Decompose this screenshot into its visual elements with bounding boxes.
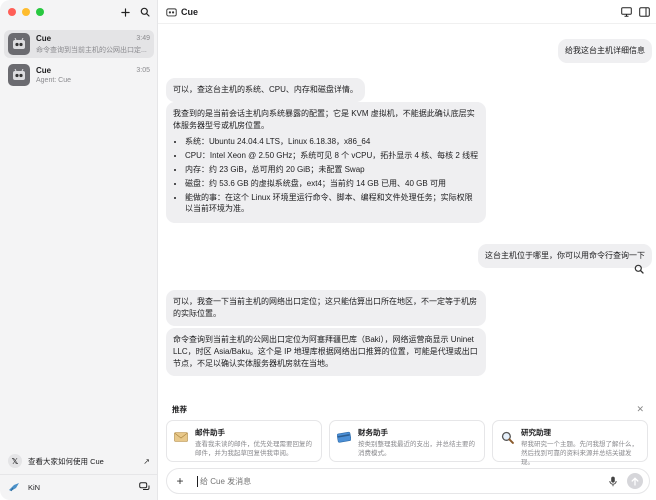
conversation-meta: Cue 3:49 命令查询到当前主机的公网出口定...	[36, 34, 154, 55]
assistant-message: 可以，查这台主机的系统、CPU、内存和磁盘详情。	[166, 78, 365, 102]
suggestion-name: 邮件助手	[195, 428, 225, 437]
voice-input-button[interactable]	[607, 475, 619, 487]
monitor-button[interactable]	[620, 6, 632, 18]
message-composer: +	[166, 468, 650, 494]
bot-avatar-icon	[8, 64, 30, 86]
suggestion-name: 财务助手	[358, 428, 388, 437]
monitor-icon	[620, 7, 632, 17]
bot-avatar-icon	[166, 7, 177, 16]
magnifier-icon	[499, 429, 515, 445]
list-item: 磁盘：约 53.6 GB 的虚拟系统盘，ext4；当前约 14 GB 已用、40…	[185, 178, 479, 189]
new-chat-button[interactable]	[119, 6, 131, 18]
share-usage-label: 查看大家如何使用 Cue	[28, 456, 104, 466]
user-name: KiN	[28, 482, 41, 492]
minimize-window-button[interactable]	[22, 8, 30, 16]
assistant-message: 我查到的是当前会话主机向系统暴露的配置；它是 KVM 虚拟机，不能据此确认底层实…	[166, 102, 486, 223]
sidebar-divider	[0, 474, 158, 475]
window-controls	[8, 8, 44, 16]
arrow-up-right-icon: ↗	[143, 456, 150, 466]
conversation-preview: 命令查询到当前主机的公网出口定...	[36, 46, 147, 54]
message-input[interactable]	[200, 476, 607, 486]
attach-button[interactable]: +	[173, 474, 187, 488]
chat-title: Cue	[181, 6, 199, 17]
list-item: 能做的事：在这个 Linux 环境里运行命令、脚本、编程和文件处理任务；实际权限…	[185, 192, 479, 214]
conversation-item[interactable]: Cue 3:05 Agent: Cue	[4, 61, 154, 89]
conversation-preview: Agent: Cue	[36, 77, 72, 84]
suggestion-name: 研究助理	[521, 428, 551, 437]
conversation-time: 3:05	[136, 67, 150, 74]
suggestions-title: 推荐	[172, 405, 187, 414]
search-button[interactable]	[139, 6, 151, 18]
plus-icon	[120, 7, 130, 17]
user-profile[interactable]: KiN	[4, 478, 154, 496]
sidebar-toolbar	[119, 6, 151, 18]
conversation-time: 3:49	[136, 34, 150, 42]
list-item: CPU：Intel Xeon @ 2.50 GHz；系统可见 8 个 vCPU，…	[185, 150, 479, 161]
arrow-up-icon	[631, 477, 639, 486]
suggestion-desc: 帮我研究一个主题。先问我想了解什么，然后找到可靠的资料来源并总结关键发现。	[521, 441, 638, 466]
assistant-message: 可以，我查一下当前主机的网络出口定位；这只能估算出口所在地区，不一定等于机房的实…	[166, 290, 486, 326]
chat-main: Cue 给我这台主机详细信息 可以，查这台主机的系统、CPU、内存和磁盘详情。 …	[158, 0, 656, 500]
x-logo-icon: 𝕏	[8, 454, 22, 468]
sidebar: Cue 3:49 命令查询到当前主机的公网出口定... Cue 3:05 Age…	[0, 0, 158, 500]
send-button[interactable]	[627, 473, 643, 489]
assistant-message-intro: 我查到的是当前会话主机向系统暴露的配置；它是 KVM 虚拟机，不能据此确认底层实…	[173, 109, 475, 130]
magnifier-icon[interactable]	[634, 264, 644, 274]
search-icon	[140, 7, 150, 17]
bot-avatar-icon	[8, 33, 30, 55]
conversation-item[interactable]: Cue 3:49 命令查询到当前主机的公网出口定...	[4, 30, 154, 58]
assistant-message: 命令查询到当前主机的公网出口定位为阿塞拜疆巴库（Baki），网络运营商显示 Un…	[166, 328, 486, 376]
zoom-window-button[interactable]	[36, 8, 44, 16]
list-item: 系统：Ubuntu 24.04.4 LTS，Linux 6.18.38，x86_…	[185, 136, 479, 147]
share-usage-link[interactable]: 𝕏 查看大家如何使用 Cue ↗	[4, 452, 154, 470]
app-window: Cue 3:49 命令查询到当前主机的公网出口定... Cue 3:05 Age…	[0, 0, 656, 500]
mail-icon	[173, 429, 189, 445]
user-message: 给我这台主机详细信息	[558, 39, 652, 63]
microphone-icon	[609, 476, 617, 486]
suggestion-card-research[interactable]: 研究助理 帮我研究一个主题。先问我想了解什么，然后找到可靠的资料来源并总结关键发…	[492, 420, 648, 466]
chat-bubble-button[interactable]	[138, 481, 150, 493]
close-window-button[interactable]	[8, 8, 16, 16]
host-details-list: 系统：Ubuntu 24.04.4 LTS，Linux 6.18.38，x86_…	[173, 136, 479, 214]
conversation-meta: Cue 3:05 Agent: Cue	[36, 66, 154, 84]
card-icon	[336, 429, 352, 445]
conversation-title: Cue	[36, 66, 52, 75]
chat-bubble-icon	[138, 482, 149, 490]
suggestion-desc: 查看我未读的邮件，优先处理需要回复的邮件，并为我起草回复供我审阅。	[195, 441, 312, 457]
sidebar-panel-icon	[638, 7, 650, 17]
suggestion-card-mail[interactable]: 邮件助手 查看我未读的邮件，优先处理需要回复的邮件，并为我起草回复供我审阅。	[166, 420, 322, 462]
sidebar-toggle-button[interactable]	[638, 6, 650, 18]
conversation-title: Cue	[36, 33, 52, 43]
user-message: 这台主机位于哪里，你可以用命令行查询一下	[478, 244, 652, 268]
suggestion-desc: 按类别整理我最近的支出，并总结主要的消费模式。	[358, 441, 475, 457]
user-avatar-icon	[9, 483, 19, 492]
suggestion-card-finance[interactable]: 财务助手 按类别整理我最近的支出，并总结主要的消费模式。	[329, 420, 485, 462]
close-suggestions-button[interactable]: ✕	[636, 404, 644, 415]
chat-header: Cue	[158, 0, 656, 24]
list-item: 内存：约 23 GiB，总可用约 20 GiB；未配置 Swap	[185, 164, 479, 175]
text-cursor	[197, 475, 198, 487]
header-toolbar	[620, 6, 650, 18]
